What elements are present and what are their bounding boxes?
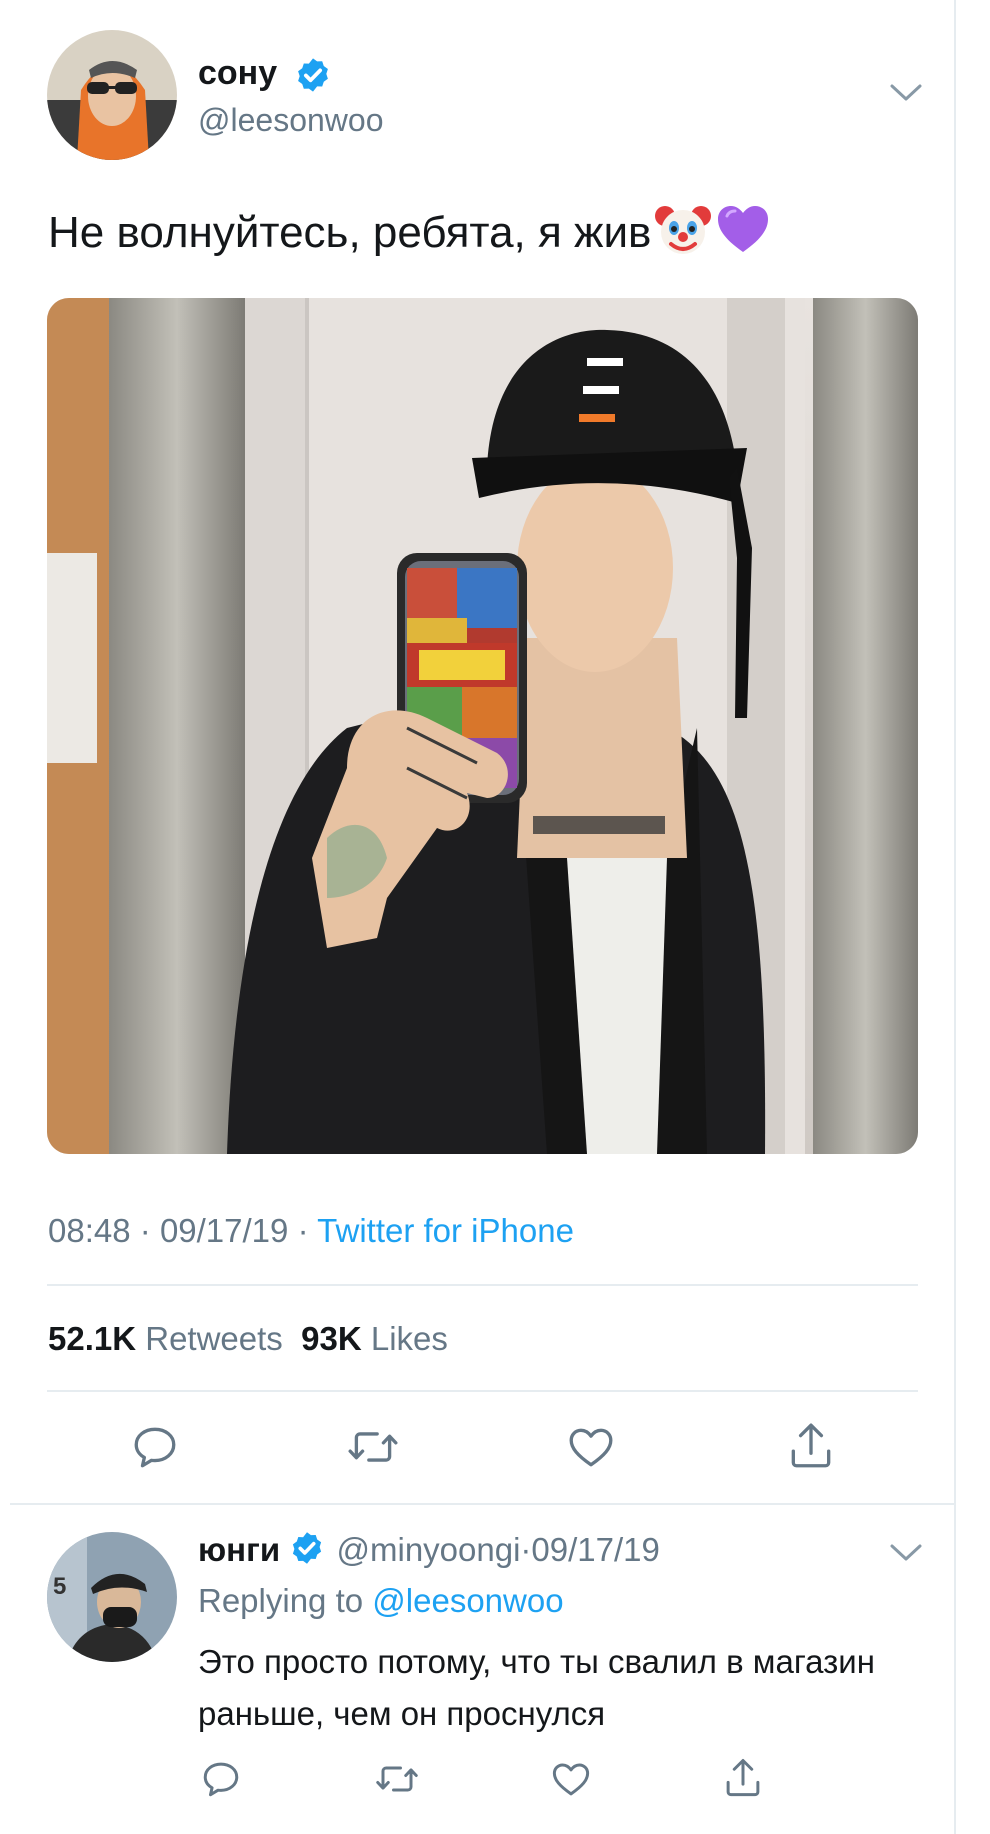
verified-badge-icon — [294, 56, 332, 99]
tweet-source-link[interactable]: Twitter for iPhone — [317, 1212, 574, 1249]
reply-chevron-down-icon[interactable] — [889, 1542, 923, 1569]
reply-header: юнги @minyoongi·09/17/19 — [198, 1530, 660, 1574]
tweet-photo[interactable] — [47, 298, 918, 1154]
author-avatar[interactable] — [47, 30, 177, 160]
tweet-text-content: Не волнуйтесь, ребята, я жив — [48, 208, 652, 258]
reply-text: Это просто потому, что ты свалил в магаз… — [198, 1643, 875, 1732]
retweets-stat[interactable]: 52.1K Retweets — [48, 1320, 283, 1357]
tweet-timestamp: 08:48 · 09/17/19 · Twitter for iPhone — [48, 1212, 574, 1250]
reply-author-handle[interactable]: @minyoongi — [337, 1531, 521, 1568]
purple-heart-emoji — [715, 202, 771, 269]
tweet-text: Не волнуйтесь, ребята, я жив — [48, 202, 771, 269]
replying-to-link[interactable]: @leesonwoo — [372, 1582, 563, 1619]
tweet-stats: 52.1K Retweets 93K Likes — [48, 1320, 448, 1358]
retweet-icon[interactable] — [346, 1422, 400, 1477]
replying-prefix: Replying to — [198, 1582, 364, 1619]
tweet-date: 09/17/19 — [159, 1212, 289, 1249]
reply-meta-separator: · — [520, 1531, 532, 1568]
reply-retweet-icon[interactable] — [374, 1758, 420, 1805]
meta-separator: · — [297, 1212, 309, 1249]
reply-icon[interactable] — [130, 1422, 180, 1477]
reply-reply-icon[interactable] — [200, 1758, 242, 1805]
tweet-time: 08:48 — [48, 1212, 131, 1249]
chevron-down-icon[interactable] — [889, 82, 923, 109]
reply-author-name[interactable]: юнги — [198, 1531, 280, 1568]
divider — [47, 1284, 918, 1286]
like-icon[interactable] — [566, 1422, 616, 1477]
reply-verified-badge-icon — [289, 1530, 327, 1574]
likes-stat[interactable]: 93K Likes — [301, 1320, 448, 1357]
tweet-detail-page: сону @leesonwoo Не волнуйтесь, ребята, я… — [0, 0, 954, 1834]
reply-author-avatar[interactable]: 5 — [47, 1532, 177, 1662]
svg-text:5: 5 — [53, 1573, 66, 1600]
author-handle[interactable]: @leesonwoo — [198, 102, 383, 139]
reply-share-icon[interactable] — [722, 1756, 764, 1805]
meta-separator: · — [139, 1212, 151, 1249]
divider — [47, 1390, 918, 1392]
reply-like-icon[interactable] — [550, 1758, 592, 1805]
author-name[interactable]: сону — [198, 54, 277, 93]
reply-date: 09/17/19 — [531, 1531, 660, 1568]
retweets-label: Retweets — [145, 1320, 283, 1357]
retweets-count: 52.1K — [48, 1320, 137, 1357]
likes-count: 93K — [301, 1320, 362, 1357]
replying-to: Replying to @leesonwoo — [198, 1582, 564, 1620]
likes-label: Likes — [370, 1320, 448, 1357]
page-gutter — [956, 0, 990, 1834]
clown-face-emoji — [655, 202, 712, 269]
tweet-separator — [10, 1503, 954, 1505]
share-icon[interactable] — [786, 1420, 836, 1477]
